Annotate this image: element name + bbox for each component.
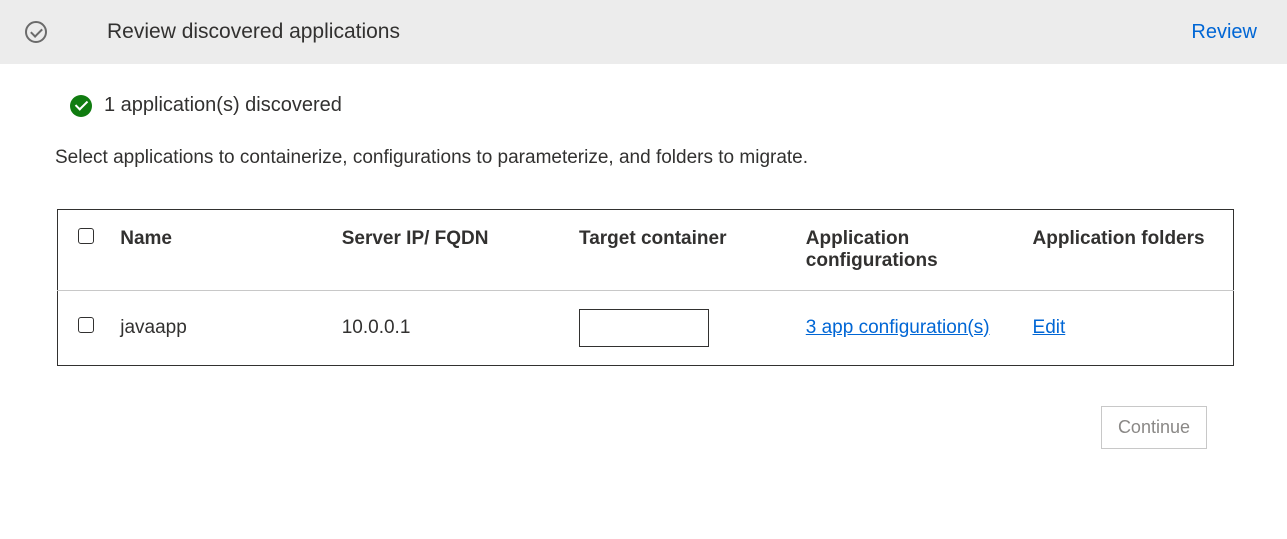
- config-cell: 3 app configuration(s): [796, 291, 1023, 366]
- column-folders: Application folders: [1023, 210, 1234, 291]
- content-area: 1 application(s) discovered Select appli…: [0, 64, 1287, 479]
- edit-folders-link[interactable]: Edit: [1033, 315, 1066, 342]
- column-target: Target container: [569, 210, 796, 291]
- discovered-count-text: 1 application(s) discovered: [104, 94, 342, 117]
- select-all-cell: [58, 210, 111, 291]
- target-container-input[interactable]: [579, 309, 709, 347]
- select-all-checkbox[interactable]: [78, 228, 94, 244]
- header-left: Review discovered applications: [25, 20, 400, 44]
- table-header-row: Name Server IP/ FQDN Target container Ap…: [58, 210, 1234, 291]
- continue-button[interactable]: Continue: [1101, 406, 1207, 449]
- server-cell: 10.0.0.1: [332, 291, 569, 366]
- app-name-cell: javaapp: [110, 291, 331, 366]
- column-config: Application configurations: [796, 210, 1023, 291]
- footer: Continue: [55, 406, 1232, 449]
- app-configurations-link[interactable]: 3 app configuration(s): [806, 315, 990, 342]
- column-name: Name: [110, 210, 331, 291]
- row-select-cell: [58, 291, 111, 366]
- table-row: javaapp 10.0.0.1 3 app configuration(s) …: [58, 291, 1234, 366]
- row-checkbox[interactable]: [78, 317, 94, 333]
- success-check-icon: [70, 95, 92, 117]
- review-link[interactable]: Review: [1191, 21, 1257, 44]
- discovery-status: 1 application(s) discovered: [70, 94, 1232, 117]
- applications-table: Name Server IP/ FQDN Target container Ap…: [57, 209, 1234, 366]
- target-container-cell: [569, 291, 796, 366]
- folders-cell: Edit: [1023, 291, 1234, 366]
- step-title: Review discovered applications: [107, 20, 400, 44]
- column-server: Server IP/ FQDN: [332, 210, 569, 291]
- step-header: Review discovered applications Review: [0, 0, 1287, 64]
- instruction-text: Select applications to containerize, con…: [55, 147, 1232, 169]
- step-check-icon: [25, 21, 47, 43]
